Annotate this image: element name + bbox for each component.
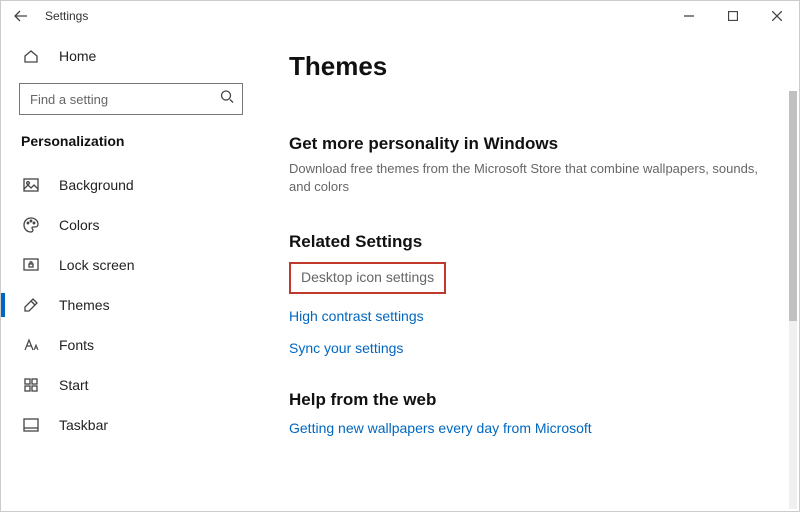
minimize-button[interactable] [667,1,711,31]
home-icon [21,48,41,64]
window-title: Settings [45,9,88,23]
sidebar-item-label: Colors [59,217,99,233]
fonts-icon [21,337,41,353]
related-heading: Related Settings [289,232,771,252]
sidebar-item-start[interactable]: Start [1,365,261,405]
sidebar-item-label: Themes [59,297,110,313]
minimize-icon [684,11,694,21]
link-help-wallpapers[interactable]: Getting new wallpapers every day from Mi… [289,420,771,436]
sidebar-item-background[interactable]: Background [1,165,261,205]
start-icon [21,377,41,393]
link-desktop-icon-settings[interactable]: Desktop icon settings [301,269,434,285]
sidebar-item-lock-screen[interactable]: Lock screen [1,245,261,285]
home-label: Home [59,48,96,64]
category-title: Personalization [1,129,261,157]
search-icon [220,90,234,109]
sidebar-item-themes[interactable]: Themes [1,285,261,325]
search-box[interactable] [19,83,243,115]
page-title: Themes [289,51,771,82]
search-input[interactable] [20,84,242,114]
desktop-icon-settings-highlight: Desktop icon settings [289,262,446,294]
close-button[interactable] [755,1,799,31]
back-button[interactable] [9,4,33,28]
more-body: Download free themes from the Microsoft … [289,160,769,196]
window-controls [667,1,799,31]
more-heading: Get more personality in Windows [289,134,771,154]
lock-screen-icon [21,257,41,273]
sidebar-item-taskbar[interactable]: Taskbar [1,405,261,445]
link-high-contrast[interactable]: High contrast settings [289,308,771,324]
sidebar-item-label: Fonts [59,337,94,353]
help-heading: Help from the web [289,390,771,410]
sidebar-item-label: Background [59,177,134,193]
picture-icon [21,177,41,193]
sidebar-item-label: Lock screen [59,257,134,273]
home-nav[interactable]: Home [1,37,261,75]
sidebar-item-colors[interactable]: Colors [1,205,261,245]
main-content: Themes Get more personality in Windows D… [261,31,799,511]
sidebar: Home Personalization Background Colors L… [1,31,261,511]
maximize-icon [728,11,738,21]
scrollbar[interactable] [789,91,797,509]
sidebar-item-label: Taskbar [59,417,108,433]
themes-icon [21,297,41,313]
palette-icon [21,217,41,233]
sidebar-item-label: Start [59,377,89,393]
maximize-button[interactable] [711,1,755,31]
back-arrow-icon [14,9,28,23]
sidebar-item-fonts[interactable]: Fonts [1,325,261,365]
close-icon [772,11,782,21]
taskbar-icon [21,417,41,433]
link-sync-settings[interactable]: Sync your settings [289,340,771,356]
